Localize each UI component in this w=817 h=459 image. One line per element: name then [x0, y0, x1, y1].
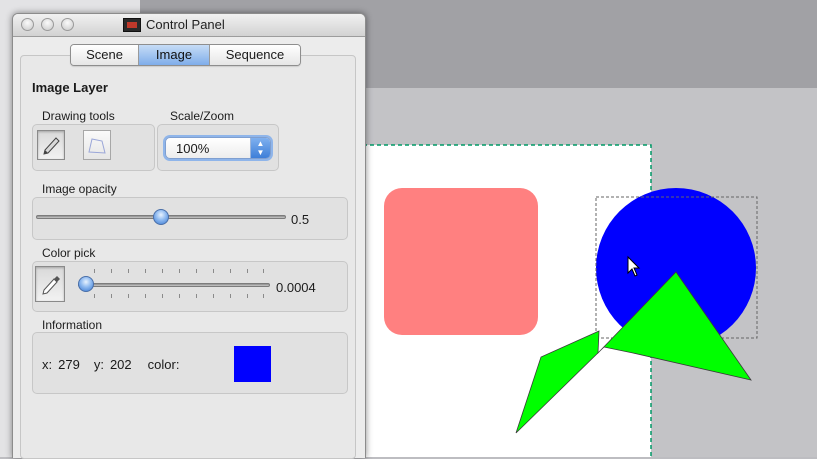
pencil-tool-button[interactable] [37, 130, 65, 160]
scale-zoom-label: Scale/Zoom [170, 109, 235, 123]
rounded-rectangle-shape[interactable] [384, 188, 538, 335]
section-heading: Image Layer [32, 80, 108, 95]
x-label: x: [42, 357, 53, 372]
zoom-select-value: 100% [176, 141, 210, 156]
color-pick-value: 0.0004 [276, 280, 316, 295]
x-value: 279 [58, 357, 80, 372]
close-window-button[interactable] [21, 18, 34, 31]
color-pick-label: Color pick [42, 246, 96, 260]
eyedropper-button[interactable] [35, 266, 65, 302]
polygon-tool-button[interactable] [83, 130, 111, 160]
tab-bar: Scene Image Sequence [70, 44, 301, 66]
color-swatch [234, 346, 271, 382]
image-opacity-value: 0.5 [291, 212, 310, 227]
color-pick-ticks-top [94, 269, 264, 273]
y-value: 202 [109, 357, 132, 372]
eyedropper-icon [42, 276, 60, 295]
information-label: Information [42, 318, 103, 332]
minimize-window-button[interactable] [41, 18, 54, 31]
image-opacity-slider-knob[interactable] [153, 209, 169, 225]
tab-sequence[interactable]: Sequence [210, 45, 300, 65]
color-pick-ticks-bottom [94, 294, 264, 298]
image-opacity-label: Image opacity [42, 182, 117, 196]
color-label: color: [147, 357, 180, 372]
tab-scene[interactable]: Scene [71, 45, 139, 65]
drawing-tools-label: Drawing tools [42, 109, 115, 123]
updown-arrows-icon: ▲ ▼ [250, 138, 270, 158]
app-icon [123, 17, 141, 32]
zoom-select[interactable]: 100% ▲ ▼ [165, 137, 271, 159]
color-pick-slider-knob[interactable] [78, 276, 95, 292]
information-row: x: 279 y: 202 color: [42, 357, 185, 372]
tab-image[interactable]: Image [139, 45, 210, 65]
zoom-window-button[interactable] [61, 18, 74, 31]
pencil-icon [43, 137, 60, 155]
color-pick-slider-track[interactable] [78, 283, 270, 287]
window-title: Control Panel [146, 17, 225, 32]
y-label: y: [93, 357, 104, 372]
polygon-icon [88, 138, 106, 154]
title-bar[interactable]: Control Panel [13, 14, 365, 37]
